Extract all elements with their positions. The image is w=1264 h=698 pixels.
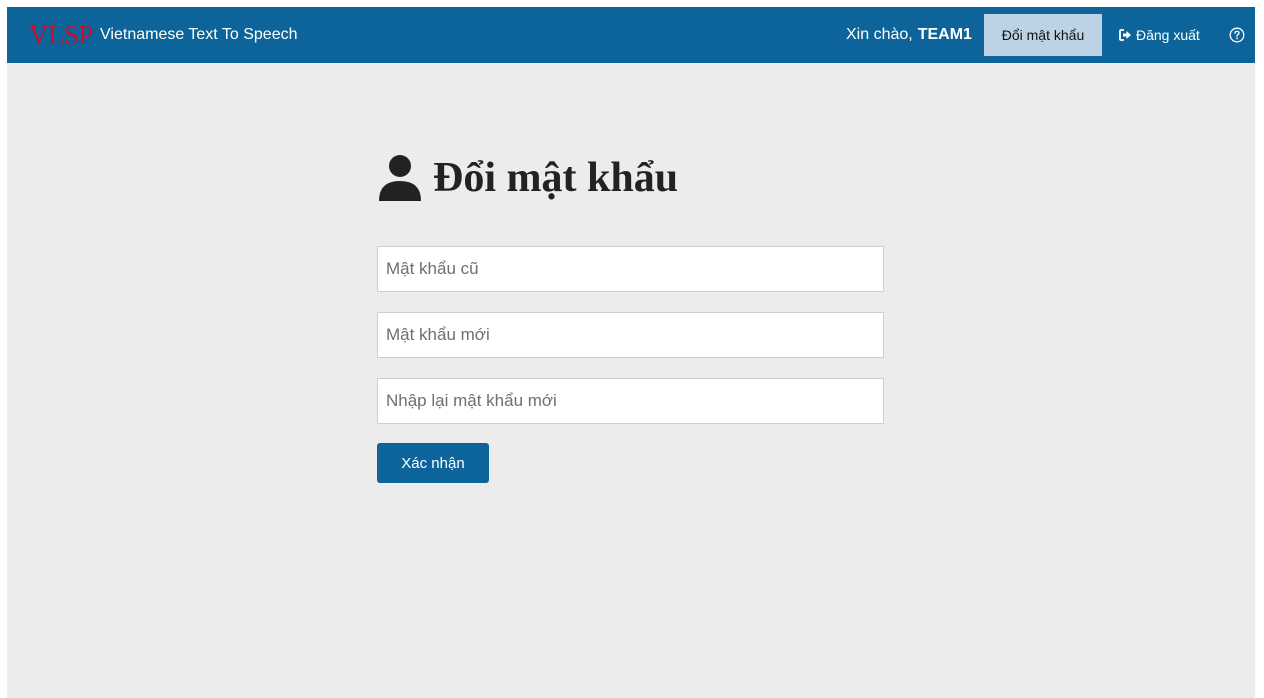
vlsp-logo: VLSP (29, 19, 94, 50)
logout-label: Đăng xuất (1136, 27, 1200, 43)
greeting-prefix: Xin chào, (846, 26, 913, 43)
user-greeting: Xin chào, TEAM1 (846, 7, 972, 63)
question-circle-icon[interactable] (1229, 27, 1245, 43)
app-frame: VLSP Vietnamese Text To Speech Xin chào,… (7, 7, 1255, 698)
app-title: Vietnamese Text To Speech (100, 26, 298, 43)
page-title: Đổi mật khẩu (433, 155, 679, 201)
sign-out-icon (1119, 29, 1131, 41)
new-password-input[interactable] (377, 312, 884, 358)
user-icon (379, 155, 421, 201)
logout-link[interactable]: Đăng xuất (1119, 7, 1200, 63)
old-password-input[interactable] (377, 246, 884, 292)
confirm-button[interactable]: Xác nhận (377, 443, 489, 483)
nav-change-password[interactable]: Đổi mật khẩu (984, 14, 1102, 56)
top-navbar: VLSP Vietnamese Text To Speech Xin chào,… (7, 7, 1255, 63)
page-heading: Đổi mật khẩu (377, 147, 678, 209)
confirm-password-input[interactable] (377, 378, 884, 424)
brand-link[interactable]: VLSP Vietnamese Text To Speech (29, 7, 298, 63)
username: TEAM1 (917, 26, 972, 43)
